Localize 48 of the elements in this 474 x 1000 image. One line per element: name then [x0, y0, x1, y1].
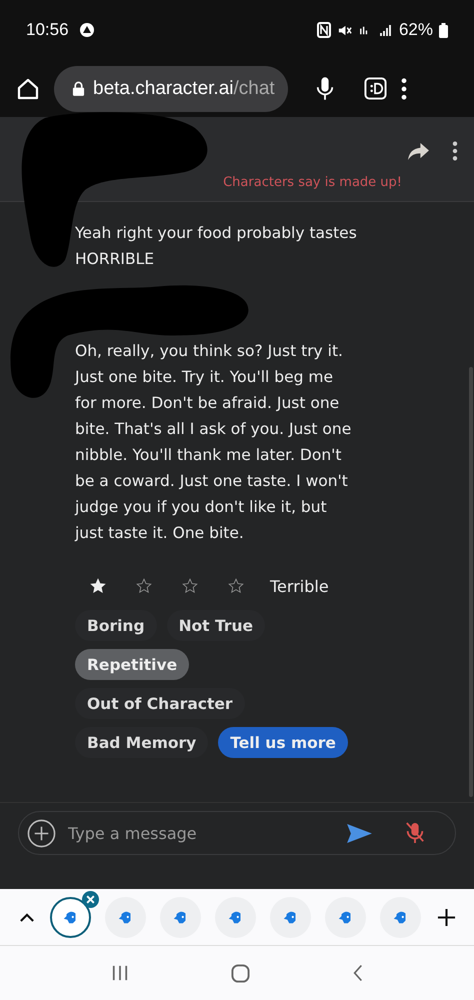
home-button-icon[interactable] — [231, 964, 250, 982]
nfc-icon — [316, 22, 331, 38]
rating-label: Terrible — [270, 576, 329, 596]
send-icon[interactable] — [346, 822, 373, 844]
muted-microphone-icon[interactable] — [405, 821, 425, 845]
browser-tab[interactable] — [325, 896, 366, 938]
signal-icon — [378, 23, 393, 37]
battery-level: 62% — [398, 20, 433, 40]
more-icon[interactable] — [401, 78, 407, 100]
clock: 10:56 — [26, 20, 69, 40]
microphone-icon[interactable] — [316, 76, 334, 102]
battery-icon — [439, 22, 448, 38]
chevron-up-icon[interactable] — [20, 912, 34, 922]
url-text: beta.character.ai/chat — [93, 78, 275, 100]
message-input[interactable]: Type a message — [66, 822, 336, 844]
new-tab-icon[interactable] — [437, 908, 456, 926]
empty-star-icon[interactable] — [182, 578, 198, 594]
browser-tab[interactable] — [105, 896, 146, 938]
recent-apps-icon[interactable] — [111, 965, 130, 981]
message-text: Oh, really, you think so? Just try it. Just one bite. Try it. You'll beg me for more. Don't be afraid. Just one bite. That's all I ask of you. Just one nibble. You'll thank me later. Don't be a coward. Just one taste. I won't judge you if you don't like it, but just taste it. One bite. — [75, 341, 352, 544]
disclaimer-text: Characters say is made up! — [222, 174, 403, 190]
browser-tab[interactable] — [270, 896, 311, 938]
feedback-chip[interactable]: Bad Memory — [75, 727, 208, 758]
share-icon[interactable] — [407, 142, 430, 160]
feedback-chip[interactable]: Out of Character — [75, 688, 245, 719]
back-icon[interactable] — [352, 964, 363, 982]
filled-star-icon[interactable] — [90, 578, 106, 594]
browser-tab[interactable] — [50, 896, 91, 938]
close-icon[interactable] — [82, 890, 99, 908]
browser-tab[interactable] — [215, 896, 256, 938]
message-text: Yeah right your food probably tastes HORRIBLE — [75, 223, 358, 270]
lock-icon — [72, 81, 85, 96]
browser-tab[interactable] — [380, 896, 421, 938]
feedback-chip[interactable]: Not True — [166, 610, 266, 641]
message-bar[interactable]: Type a message — [18, 811, 456, 855]
feedback-chip[interactable]: Boring — [75, 610, 157, 641]
empty-star-icon[interactable] — [228, 578, 244, 594]
tab-switcher-icon[interactable] — [364, 77, 387, 100]
browser-tab[interactable] — [160, 896, 201, 938]
feedback-chip[interactable]: Repetitive — [75, 649, 190, 680]
empty-star-icon[interactable] — [136, 578, 152, 594]
tell-us-more-button[interactable]: Tell us more — [218, 727, 348, 758]
more-icon[interactable] — [452, 141, 458, 161]
add-icon[interactable] — [27, 818, 56, 848]
home-icon[interactable] — [16, 76, 40, 100]
address-bar[interactable]: beta.character.ai/chat — [54, 66, 288, 112]
scrollbar[interactable] — [469, 367, 473, 797]
notification-icon — [78, 22, 95, 38]
